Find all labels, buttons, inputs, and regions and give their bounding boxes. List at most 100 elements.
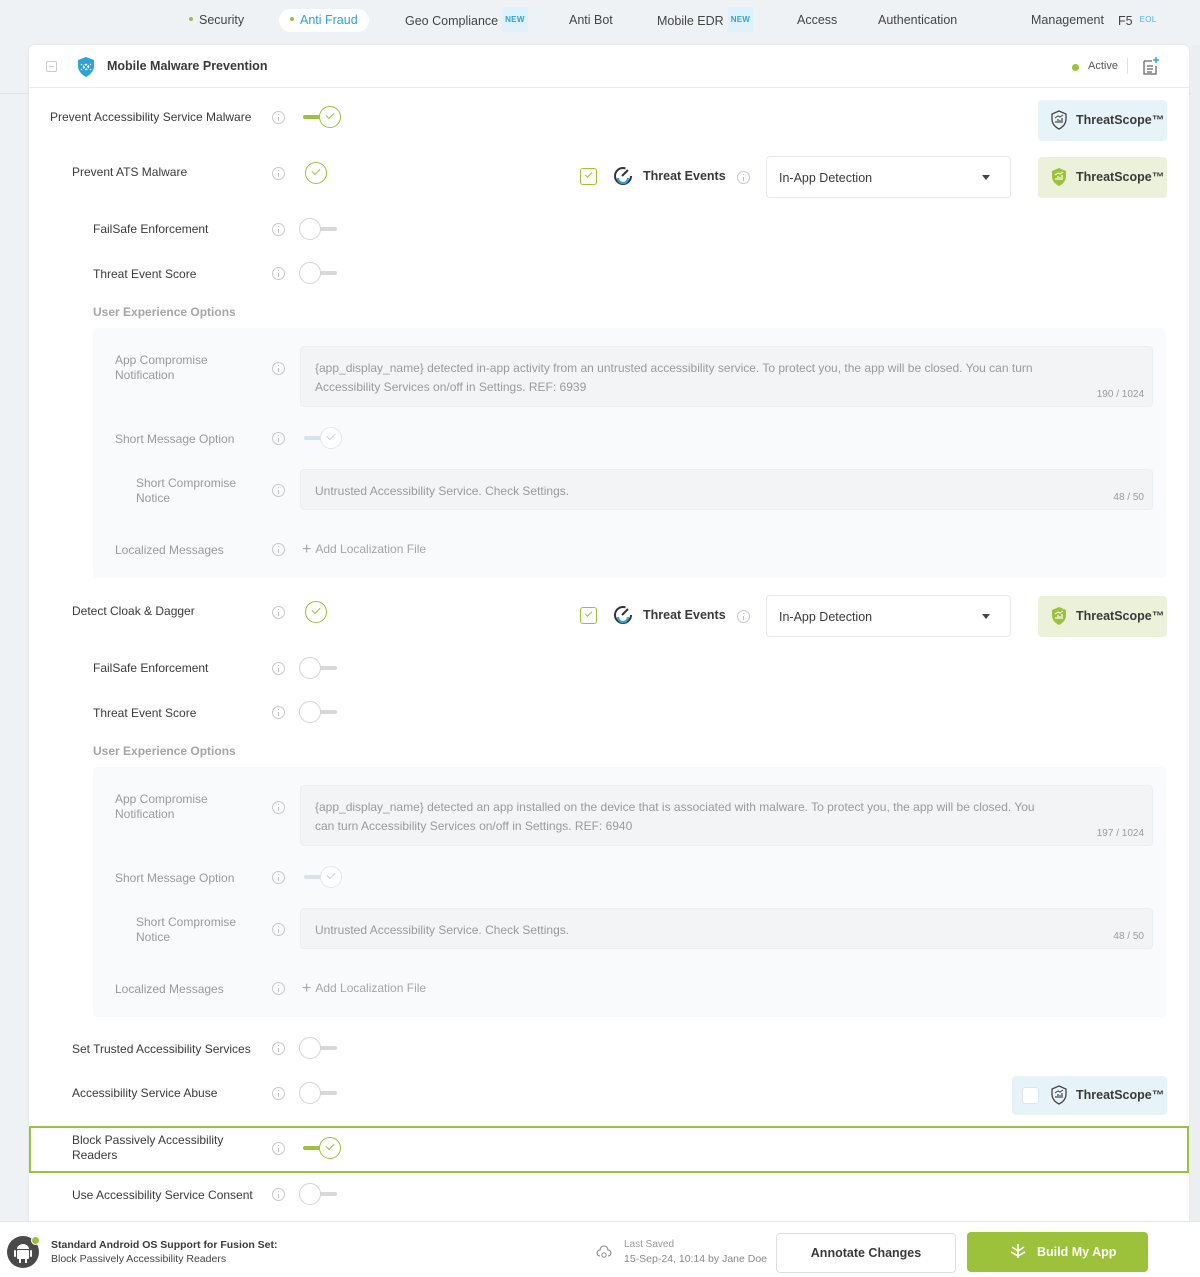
cloak-failsafe-toggle[interactable] [299,657,341,679]
new-badge: NEW [727,7,754,32]
info-icon[interactable] [272,167,285,180]
info-icon[interactable] [272,432,285,445]
service-abuse-toggle[interactable] [299,1082,341,1104]
status-dot [290,16,294,21]
info-icon[interactable] [272,982,285,995]
cloak-enabled-check[interactable] [305,601,327,623]
ats-enabled-check[interactable] [305,162,327,184]
compromise-notification-textarea[interactable]: {app_display_name} detected an app insta… [300,785,1153,846]
threatscope-shield-icon [1052,168,1066,186]
build-my-app-button[interactable]: Build My App [967,1232,1148,1272]
tab-access[interactable]: Access [786,9,848,32]
status-dot [189,16,193,21]
info-icon[interactable] [272,267,285,280]
card-title: Mobile Malware Prevention [107,59,268,73]
threatscope-shield-icon [1051,1085,1067,1105]
compromise-notification-textarea[interactable]: {app_display_name} detected in-app activ… [300,346,1153,407]
section-heading: User Experience Options [93,744,236,758]
field-label: App Compromise Notification [115,353,208,382]
info-icon[interactable] [272,111,285,124]
short-message-toggle[interactable] [300,427,342,449]
threat-events-icon [614,167,632,185]
tab-authentication[interactable]: Authentication [867,9,968,32]
feature-label: Accessibility Service Abuse [72,1086,218,1100]
trusted-services-toggle[interactable] [299,1037,341,1059]
info-icon[interactable] [272,1087,285,1100]
eol-badge: EOL [1139,15,1157,24]
threatscope-shield-icon [1051,110,1067,130]
footer-title: Standard Android OS Support for Fusion S… [51,1239,278,1251]
collapse-button[interactable] [46,61,57,72]
threatscope-button[interactable]: ThreatScope™ [1038,100,1167,141]
add-localization-link[interactable]: + Add Localization File [302,979,426,997]
chevron-down-icon [982,175,990,180]
info-icon[interactable] [272,223,285,236]
status-dot [1072,64,1079,71]
short-notice-input[interactable]: Untrusted Accessibility Service. Check S… [300,469,1153,510]
prevent-asm-toggle[interactable] [299,106,341,128]
field-label: App Compromise Notification [115,792,208,821]
info-icon[interactable] [272,606,285,619]
detection-select[interactable]: In-App Detection [766,595,1011,637]
detection-select[interactable]: In-App Detection [766,156,1011,198]
threatscope-button[interactable]: ThreatScope™ [1038,596,1167,637]
footer-bar: Standard Android OS Support for Fusion S… [0,1221,1200,1277]
threat-events-checkbox[interactable] [580,168,597,185]
passive-readers-toggle[interactable] [299,1137,341,1159]
feature-label: Prevent Accessibility Service Malware [50,110,252,124]
char-count: 48 / 50 [1113,492,1144,503]
plus-icon: + [302,980,312,997]
ats-failsafe-toggle[interactable] [299,218,341,240]
tab-anti-fraud[interactable]: Anti Fraud [279,9,369,32]
threatscope-checkbox[interactable] [1022,1087,1039,1104]
divider [1127,58,1128,74]
build-icon [1010,1244,1026,1258]
tab-anti-bot[interactable]: Anti Bot [558,9,624,32]
footer-subtitle: Block Passively Accessibility Readers [51,1253,227,1265]
info-icon[interactable] [737,171,750,184]
info-icon[interactable] [272,543,285,556]
scrollbar[interactable] [1192,45,1200,1221]
info-icon[interactable] [272,1042,285,1055]
info-icon[interactable] [737,610,750,623]
threat-events-icon [614,606,632,624]
annotate-changes-button[interactable]: Annotate Changes [776,1233,956,1273]
section-heading: User Experience Options [93,305,236,319]
add-note-icon[interactable] [1142,56,1160,76]
divider [0,93,29,94]
add-localization-link[interactable]: + Add Localization File [302,540,426,558]
info-icon[interactable] [272,662,285,675]
tab-geo-compliance[interactable]: Geo Compliance NEW [394,7,539,32]
threatscope-button[interactable]: ThreatScope™ [1038,157,1167,198]
info-icon[interactable] [272,1142,285,1155]
cloak-score-toggle[interactable] [299,701,341,723]
info-icon[interactable] [272,706,285,719]
feature-label: Use Accessibility Service Consent [72,1188,253,1202]
threat-events-checkbox[interactable] [580,607,597,624]
info-icon[interactable] [272,923,285,936]
field-label: Short Message Option [115,432,235,446]
service-consent-toggle[interactable] [299,1183,341,1205]
tab-security[interactable]: Security [178,9,255,32]
info-icon[interactable] [272,484,285,497]
short-message-toggle[interactable] [300,866,342,888]
char-count: 190 / 1024 [1096,389,1144,400]
tab-f5[interactable]: F5 EOL [1107,9,1171,32]
feature-label: Threat Event Score [93,267,197,281]
info-icon[interactable] [272,871,285,884]
threat-events-label: Threat Events [643,608,726,622]
tab-mobile-edr[interactable]: Mobile EDR NEW [646,7,764,32]
threat-events-label: Threat Events [643,169,726,183]
tab-management[interactable]: Management [1020,9,1115,32]
short-notice-input[interactable]: Untrusted Accessibility Service. Check S… [300,908,1153,949]
field-label: Localized Messages [115,543,224,557]
info-icon[interactable] [272,362,285,375]
char-count: 197 / 1024 [1096,828,1144,839]
threatscope-button[interactable]: ThreatScope™ [1012,1076,1167,1115]
feature-label: Block Passively Accessibility Readers [72,1133,224,1162]
ats-score-toggle[interactable] [299,262,341,284]
new-badge: NEW [502,7,528,32]
info-icon[interactable] [272,1188,285,1201]
info-icon[interactable] [272,801,285,814]
field-label: Short Message Option [115,871,235,885]
